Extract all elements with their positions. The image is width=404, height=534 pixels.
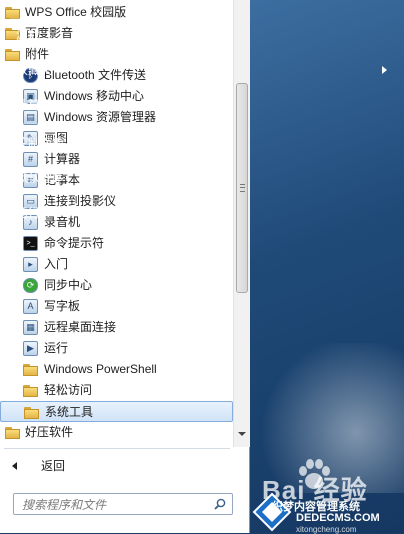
remote-desktop-icon: ▦ [23,320,38,335]
calculator-icon: # [23,152,38,167]
program-list-item-label: 命令提示符 [44,236,105,250]
search-box[interactable] [13,493,233,515]
start-menu-right-pane [250,0,404,533]
start-menu-left-pane: WPS Office 校园版 百度影音 附件 ᛒ Bluetooth 文件传送 ▣ Wind… [0,0,250,533]
right-item-default-programs[interactable]: 默认程序 [16,170,64,186]
back-label: 返回 [41,459,66,473]
program-list-item[interactable]: 好压软件 [0,422,233,443]
folder-icon [23,385,38,400]
program-list-item-label: 入门 [44,257,69,271]
wordpad-icon: A [23,299,38,314]
program-list-item[interactable]: ⟳ 同步中心 [0,275,233,296]
right-item-favorites[interactable]: 收藏夹 [16,62,52,78]
program-list-item[interactable]: >_ 命令提示符 [0,233,233,254]
program-list-item[interactable]: ▦ 远程桌面连接 [0,317,233,338]
search-icon[interactable] [214,498,226,510]
right-item-games[interactable]: 游戏 [16,27,40,43]
sync-icon: ⟳ [23,278,38,293]
program-list-item-label: 写字板 [44,299,81,313]
folder-icon [5,427,20,442]
program-list-item[interactable]: 系统工具 [0,401,233,422]
right-item-computer[interactable]: 计算机 [16,97,52,113]
run-icon: ▶ [23,341,38,356]
program-list-item-label: 连接到投影仪 [44,194,117,208]
right-divider [10,18,146,19]
program-list-item-label: WPS Office 校园版 [25,5,127,19]
scrollbar-grip-icon [240,184,245,192]
cmd-icon: >_ [23,236,38,251]
program-list-item[interactable]: ▶ 运行 [0,338,233,359]
right-divider [10,123,146,124]
program-list-item[interactable]: Windows PowerShell [0,359,233,380]
scrollbar-thumb[interactable] [236,83,248,293]
program-list-item-label: 同步中心 [44,278,93,292]
search-input[interactable] [20,496,214,514]
program-list-item-label: 计算器 [44,152,81,166]
program-list-item-label: 轻松访问 [44,383,93,397]
program-list-item-label: Windows PowerShell [44,362,157,376]
program-list-item-label: 系统工具 [45,405,94,419]
program-list-item[interactable]: A 写字板 [0,296,233,317]
program-list-item-label: 运行 [44,341,69,355]
program-list-item[interactable]: # 计算器 [0,149,233,170]
right-item-control-panel[interactable]: 控制面板 [16,135,64,151]
program-list-item-label: Windows 移动中心 [44,89,145,103]
right-item-run[interactable]: 运行... [16,205,50,221]
program-list-item-label: 远程桌面连接 [44,320,117,334]
back-button[interactable]: 返回 [0,455,233,477]
program-list-item-label: Windows 资源管理器 [44,110,157,124]
program-list-item[interactable]: ▸ 入门 [0,254,233,275]
program-list-scrollbar[interactable] [233,0,250,447]
scroll-down-arrow-icon[interactable] [238,432,246,436]
right-item-pictures[interactable]: 图片 [16,0,40,10]
back-arrow-icon [12,462,17,470]
program-list-item-label: 好压软件 [25,425,74,439]
program-list-item-label: Bluetooth 文件传送 [44,68,147,82]
program-list-item[interactable]: 轻松访问 [0,380,233,401]
folder-icon [23,364,38,379]
watermark-line2: DEDECMS.COM [296,512,380,524]
folder-icon [24,407,39,422]
submenu-arrow-icon [382,66,387,74]
divider [4,448,230,449]
getting-started-icon: ▸ [23,257,38,272]
